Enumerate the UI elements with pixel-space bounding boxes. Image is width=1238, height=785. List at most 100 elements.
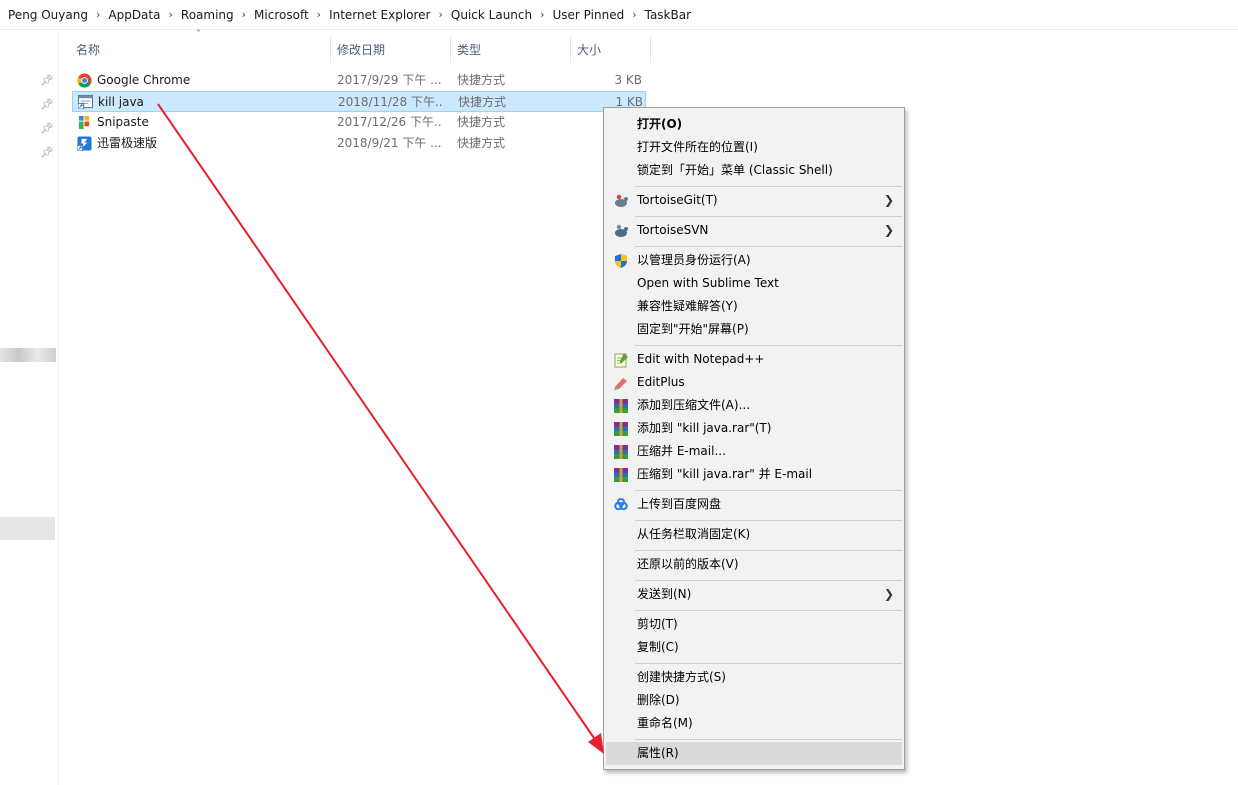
menu-item-tortoisegit[interactable]: TortoiseGit(T) ❯ <box>606 189 902 212</box>
file-date: 2017/9/29 下午 ... <box>337 73 442 87</box>
pin-icon[interactable]: 📌︎ <box>40 147 54 159</box>
menu-item-label: 锁定到「开始」菜单 (Classic Shell) <box>637 163 833 177</box>
breadcrumb-item[interactable]: TaskBar <box>645 8 691 22</box>
file-type: 快捷方式 <box>457 136 506 150</box>
breadcrumb-item[interactable]: Roaming <box>181 8 234 22</box>
menu-item-label: TortoiseSVN <box>637 223 709 237</box>
file-type: 快捷方式 <box>458 95 507 109</box>
menu-item-upload-baidu[interactable]: 上传到百度网盘 <box>606 493 902 516</box>
menu-item-label: 从任务栏取消固定(K) <box>637 527 751 541</box>
file-name: 迅雷极速版 <box>97 136 158 150</box>
file-row[interactable]: 迅雷极速版 2018/9/21 下午 ... 快捷方式 <box>72 133 646 154</box>
notepadpp-icon <box>614 353 628 368</box>
navigation-pane[interactable]: 📌︎ 📌︎ 📌︎ 📌︎ <box>0 31 59 785</box>
menu-separator <box>635 490 902 491</box>
breadcrumb-item[interactable]: User Pinned <box>553 8 625 22</box>
chevron-right-icon[interactable]: › <box>632 8 636 21</box>
chevron-right-icon[interactable]: › <box>96 8 100 21</box>
menu-item-restore-versions[interactable]: 还原以前的版本(V) <box>606 553 902 576</box>
menu-item-open-location[interactable]: 打开文件所在的位置(I) <box>606 136 902 159</box>
menu-separator <box>635 216 902 217</box>
menu-item-compress-email[interactable]: 压缩并 E-mail... <box>606 440 902 463</box>
selected-nav-item[interactable] <box>0 517 55 540</box>
file-date: 2018/11/28 下午... <box>338 95 443 109</box>
menu-item-label: 属性(R) <box>637 746 679 760</box>
menu-item-add-rar[interactable]: 添加到 "kill java.rar"(T) <box>606 417 902 440</box>
thunder-icon <box>77 136 92 151</box>
file-name: Snipaste <box>97 115 149 129</box>
menu-item-label: 创建快捷方式(S) <box>637 670 726 684</box>
menu-item-label: 打开(O) <box>637 117 683 131</box>
breadcrumb-item[interactable]: Quick Launch <box>451 8 532 22</box>
file-type: 快捷方式 <box>457 73 506 87</box>
breadcrumb: Peng Ouyang › AppData › Roaming › Micros… <box>0 0 1238 30</box>
column-header-date[interactable]: 修改日期 <box>331 37 451 63</box>
breadcrumb-item[interactable]: Microsoft <box>254 8 309 22</box>
column-header-name[interactable]: 名称 <box>70 37 331 63</box>
pin-icon[interactable]: 📌︎ <box>40 123 54 135</box>
pin-icon[interactable]: 📌︎ <box>40 99 54 111</box>
column-headers: ˄ 名称 修改日期 类型 大小 <box>60 29 660 63</box>
uac-shield-icon <box>615 254 627 268</box>
chevron-right-icon: ❯ <box>883 587 894 601</box>
menu-item-properties[interactable]: 属性(R) <box>606 742 902 765</box>
file-row[interactable]: Google Chrome 2017/9/29 下午 ... 快捷方式 3 KB <box>72 70 646 91</box>
breadcrumb-item[interactable]: Internet Explorer <box>329 8 430 22</box>
breadcrumb-item[interactable]: Peng Ouyang <box>8 8 88 22</box>
menu-item-cut[interactable]: 剪切(T) <box>606 613 902 636</box>
snipaste-icon <box>78 115 90 130</box>
menu-item-label: 还原以前的版本(V) <box>637 557 739 571</box>
menu-item-label: 以管理员身份运行(A) <box>637 253 751 267</box>
menu-item-create-shortcut[interactable]: 创建快捷方式(S) <box>606 666 902 689</box>
shortcut-app-icon <box>78 94 93 109</box>
menu-item-compat-troubleshoot[interactable]: 兼容性疑难解答(Y) <box>606 295 902 318</box>
menu-item-add-archive[interactable]: 添加到压缩文件(A)... <box>606 394 902 417</box>
menu-item-open-sublime[interactable]: Open with Sublime Text <box>606 272 902 295</box>
file-row[interactable]: Snipaste 2017/12/26 下午... 快捷方式 <box>72 112 646 133</box>
winrar-icon <box>614 399 628 413</box>
menu-item-copy[interactable]: 复制(C) <box>606 636 902 659</box>
chevron-right-icon: ❯ <box>883 193 894 207</box>
menu-item-delete[interactable]: 删除(D) <box>606 689 902 712</box>
chrome-icon <box>77 73 92 88</box>
file-date: 2017/12/26 下午... <box>337 115 442 129</box>
chevron-right-icon[interactable]: › <box>242 8 246 21</box>
winrar-icon <box>614 422 628 436</box>
menu-item-label: 剪切(T) <box>637 617 678 631</box>
menu-item-open[interactable]: 打开(O) <box>606 113 902 136</box>
file-row-selected[interactable]: kill java 2018/11/28 下午... 快捷方式 1 KB <box>72 91 646 112</box>
menu-item-label: 压缩并 E-mail... <box>637 444 726 458</box>
menu-item-pin-start-classic[interactable]: 锁定到「开始」菜单 (Classic Shell) <box>606 159 902 182</box>
menu-separator <box>635 610 902 611</box>
menu-item-edit-notepadpp[interactable]: Edit with Notepad++ <box>606 348 902 371</box>
chevron-right-icon: ❯ <box>883 223 894 237</box>
menu-item-label: Open with Sublime Text <box>637 276 779 290</box>
menu-item-tortoisesvn[interactable]: TortoiseSVN ❯ <box>606 219 902 242</box>
menu-item-unpin-taskbar[interactable]: 从任务栏取消固定(K) <box>606 523 902 546</box>
pin-icon[interactable]: 📌︎ <box>40 75 54 87</box>
menu-item-pin-start-screen[interactable]: 固定到"开始"屏幕(P) <box>606 318 902 341</box>
annotation-arrow-head <box>588 733 604 754</box>
file-name: kill java <box>98 95 144 109</box>
menu-item-compress-rar-email[interactable]: 压缩到 "kill java.rar" 并 E-mail <box>606 463 902 486</box>
chevron-right-icon[interactable]: › <box>439 8 443 21</box>
chevron-right-icon[interactable]: › <box>540 8 544 21</box>
menu-separator <box>635 550 902 551</box>
menu-item-editplus[interactable]: EditPlus <box>606 371 902 394</box>
menu-item-send-to[interactable]: 发送到(N) ❯ <box>606 583 902 606</box>
column-header-type[interactable]: 类型 <box>451 37 571 63</box>
breadcrumb-item[interactable]: AppData <box>108 8 160 22</box>
menu-item-label: 兼容性疑难解答(Y) <box>637 299 738 313</box>
menu-item-run-as-admin[interactable]: 以管理员身份运行(A) <box>606 249 902 272</box>
menu-separator <box>635 663 902 664</box>
menu-item-label: 固定到"开始"屏幕(P) <box>637 322 749 336</box>
tortoisesvn-icon <box>615 224 628 237</box>
menu-item-label: 添加到压缩文件(A)... <box>637 398 751 412</box>
editplus-icon <box>614 378 627 390</box>
file-size: 3 KB <box>614 73 642 87</box>
column-header-size[interactable]: 大小 <box>571 37 651 63</box>
context-menu: 打开(O) 打开文件所在的位置(I) 锁定到「开始」菜单 (Classic Sh… <box>603 107 905 770</box>
chevron-right-icon[interactable]: › <box>168 8 172 21</box>
menu-item-rename[interactable]: 重命名(M) <box>606 712 902 735</box>
chevron-right-icon[interactable]: › <box>317 8 321 21</box>
